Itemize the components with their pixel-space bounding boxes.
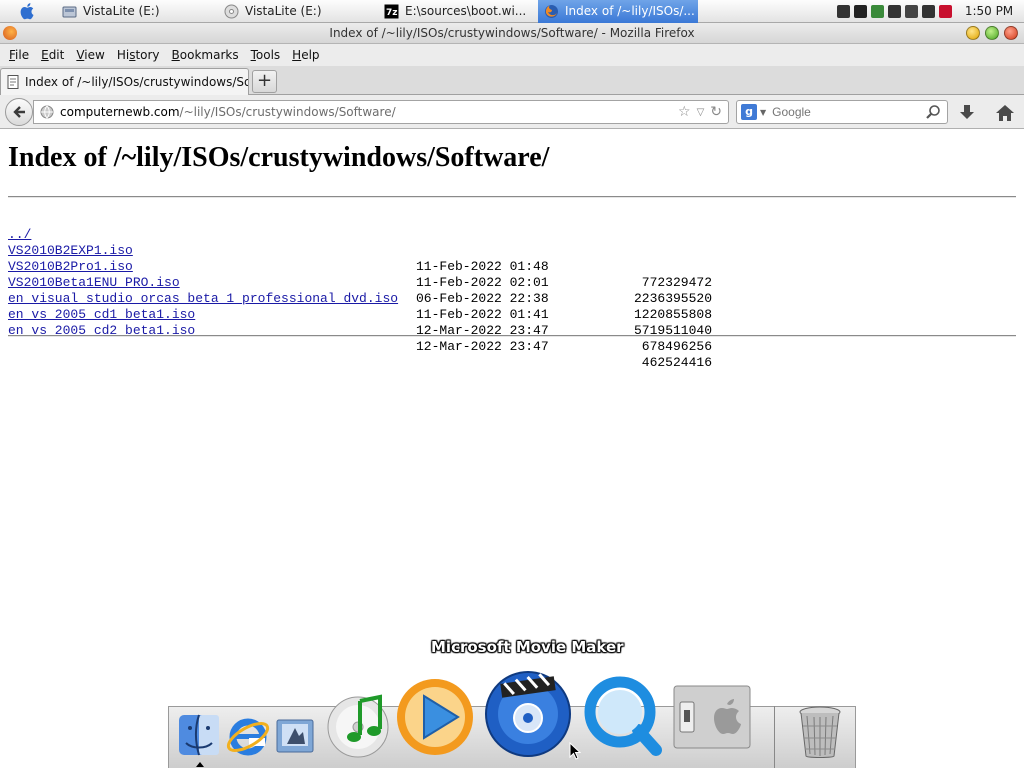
network-icon[interactable] (871, 4, 884, 18)
apple-icon[interactable] (0, 0, 56, 23)
bookmark-star-icon[interactable]: ☆ (678, 104, 691, 120)
taskbar-item-label: E:\sources\boot.wi... (405, 4, 527, 18)
file-size: 1220855808 (633, 307, 712, 322)
url-path: /~lily/ISOs/crustywindows/Software/ (179, 105, 396, 119)
list-item: en_vs_2005_cd2_beta1.iso 12-Mar-2022 23:… (8, 307, 712, 370)
taskbar-item-vistalite-disc[interactable]: VistaLite (E:) (218, 0, 378, 23)
display-icon[interactable] (888, 4, 901, 18)
reload-icon[interactable]: ↻ (710, 104, 722, 120)
menu-edit[interactable]: Edit (35, 48, 70, 62)
url-dropdown-icon[interactable]: ▽ (697, 107, 705, 118)
menu-file[interactable]: File (3, 48, 35, 62)
itunes-icon[interactable] (322, 689, 394, 761)
mouse-cursor-icon (569, 742, 581, 760)
url-host: computernewb.com (60, 105, 180, 119)
taskbar-item-label: VistaLite (E:) (245, 4, 322, 18)
home-icon[interactable] (995, 103, 1015, 123)
volume-icon[interactable] (922, 4, 935, 18)
taskbar-item-label: Index of /~lily/ISOs/... (565, 4, 695, 18)
file-date: 11-Feb-2022 02:01 (416, 275, 549, 290)
taskbar: VistaLite (E:) VistaLite (E:) 7z E:\sour… (0, 0, 1024, 23)
tab-label: Index of /~lily/ISOs/crustywindows/So... (25, 75, 248, 89)
shield-icon[interactable] (939, 4, 952, 18)
menu-help[interactable]: Help (286, 48, 325, 62)
quicktime-icon[interactable] (580, 672, 664, 756)
file-date: 11-Feb-2022 01:41 (416, 307, 549, 322)
back-button[interactable] (5, 98, 33, 126)
divider (8, 196, 1016, 198)
back-arrow-icon (13, 106, 25, 118)
system-preferences-icon[interactable] (672, 684, 752, 750)
svg-text:7z: 7z (386, 8, 398, 18)
taskbar-item-7zip[interactable]: 7z E:\sources\boot.wi... (378, 0, 538, 23)
file-size: 772329472 (641, 275, 712, 290)
menu-history[interactable]: History (111, 48, 166, 62)
movie-maker-icon[interactable] (483, 668, 573, 758)
drive-icon (62, 6, 77, 17)
list-item: en_visual_studio_orcas_beta_1_profession… (8, 275, 712, 338)
google-icon[interactable]: g (741, 104, 757, 120)
menu-bookmarks[interactable]: Bookmarks (166, 48, 245, 62)
file-date: 11-Feb-2022 01:48 (416, 259, 549, 274)
disc-icon (224, 4, 239, 18)
new-tab-button[interactable]: + (252, 70, 277, 93)
close-button[interactable] (1004, 26, 1018, 40)
search-engine-dropdown-icon[interactable]: ▼ (760, 108, 766, 117)
running-indicator (196, 762, 204, 767)
finder-icon[interactable] (177, 713, 221, 757)
tab-index-of-software[interactable]: Index of /~lily/ISOs/crustywindows/So... (0, 68, 249, 95)
file-date: 12-Mar-2022 23:47 (416, 339, 549, 354)
url-bar[interactable]: computernewb.com/~lily/ISOs/crustywindow… (33, 100, 729, 124)
search-bar[interactable]: g ▼ (736, 100, 948, 124)
mail-icon[interactable] (273, 714, 317, 758)
battery-icon[interactable] (854, 4, 867, 18)
system-tray: 1:50 PM (835, 0, 1024, 23)
window-titlebar[interactable]: Index of /~lily/ISOs/crustywindows/Softw… (0, 23, 1024, 44)
file-link[interactable]: en_visual_studio_orcas_beta_1_profession… (8, 291, 398, 307)
firefox-icon (545, 4, 558, 18)
file-date: 06-Feb-2022 22:38 (416, 291, 549, 306)
page-title: Index of /~lily/ISOs/crustywindows/Softw… (8, 142, 550, 173)
file-size: 678496256 (641, 339, 712, 354)
internet-explorer-icon[interactable] (225, 713, 271, 759)
clock[interactable]: 1:50 PM (954, 4, 1024, 18)
divider (8, 335, 1016, 337)
dock-tooltip: Microsoft Movie Maker (431, 638, 624, 656)
search-input[interactable] (772, 105, 923, 119)
list-item: VS2010B2Pro1.iso 11-Feb-2022 02:01 22363… (8, 243, 712, 306)
menu-bar: File Edit View History Bookmarks Tools H… (0, 44, 1024, 66)
list-item: VS2010B2EXP1.iso 11-Feb-2022 01:48 77232… (8, 227, 712, 290)
7zip-icon: 7z (384, 4, 399, 18)
downloads-icon[interactable] (957, 103, 977, 123)
minimize-button[interactable] (966, 26, 980, 40)
taskbar-item-firefox[interactable]: Index of /~lily/ISOs/... (538, 0, 698, 23)
window-title: Index of /~lily/ISOs/crustywindows/Softw… (329, 26, 695, 40)
accessibility-icon[interactable] (837, 4, 850, 18)
monitor-icon[interactable] (905, 4, 918, 18)
taskbar-item-label: VistaLite (E:) (83, 4, 160, 18)
globe-icon (40, 105, 54, 119)
file-size: 462524416 (641, 355, 712, 370)
navigation-toolbar: computernewb.com/~lily/ISOs/crustywindow… (0, 95, 1024, 129)
list-item: en_vs_2005_cd1_beta1.iso 12-Mar-2022 23:… (8, 291, 712, 354)
menu-view[interactable]: View (70, 48, 110, 62)
dock-separator (774, 706, 775, 768)
page-icon (7, 75, 19, 89)
maximize-button[interactable] (985, 26, 999, 40)
trash-icon[interactable] (797, 704, 843, 760)
taskbar-item-vistalite-drive[interactable]: VistaLite (E:) (56, 0, 218, 23)
file-listing: ../ VS2010B2EXP1.iso 11-Feb-2022 01:48 7… (8, 211, 712, 370)
file-size: 2236395520 (633, 291, 712, 306)
list-item-parent: ../ (8, 211, 55, 242)
media-player-icon[interactable] (394, 676, 476, 758)
list-item: VS2010Beta1ENU_PRO.iso 06-Feb-2022 22:38… (8, 259, 712, 322)
search-icon[interactable] (925, 104, 941, 120)
menu-tools[interactable]: Tools (245, 48, 287, 62)
tab-strip: Index of /~lily/ISOs/crustywindows/So...… (0, 66, 1024, 95)
